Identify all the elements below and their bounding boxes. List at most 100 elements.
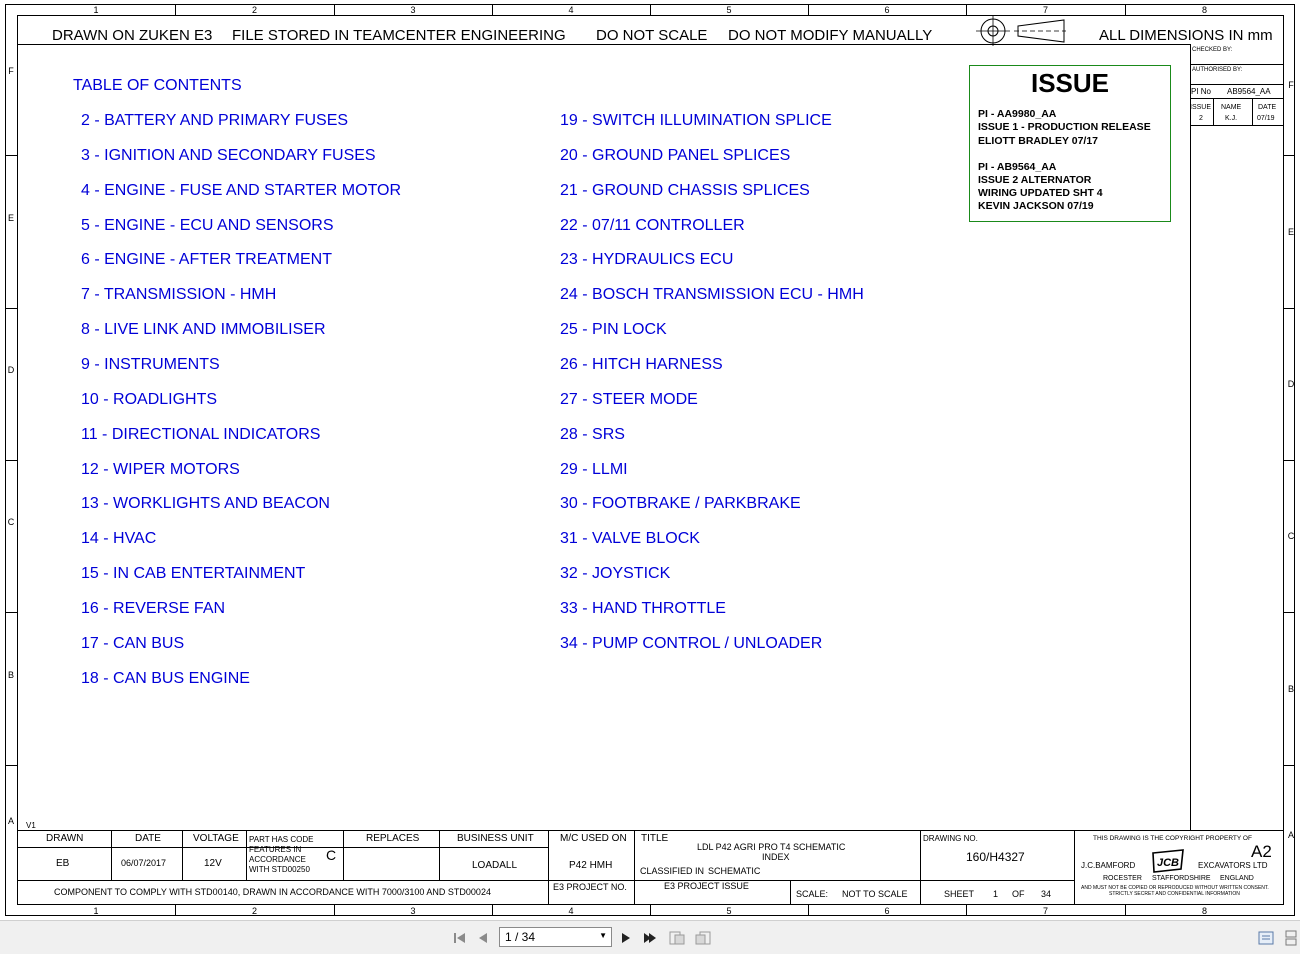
toc-item-number: 30 [560, 495, 578, 513]
toc-item-label: ENGINE - ECU AND SENSORS [104, 216, 334, 234]
issue-line: ISSUE 1 - PRODUCTION RELEASE [978, 121, 1151, 133]
continuous-view-icon[interactable] [1282, 930, 1300, 946]
previous-view-icon[interactable] [668, 930, 686, 946]
toc-item[interactable]: 17 - CAN BUS [81, 635, 184, 653]
single-page-view-icon[interactable] [1257, 930, 1275, 946]
toc-item[interactable]: 11 - DIRECTIONAL INDICATORS [81, 426, 320, 444]
company-right: EXCAVATORS LTD [1198, 861, 1268, 870]
toc-item[interactable]: 2 - BATTERY AND PRIMARY FUSES [81, 112, 348, 130]
drawing-no-label: DRAWING NO. [923, 834, 978, 843]
logo-text: JCB [1157, 857, 1179, 869]
chevron-down-icon[interactable]: ▼ [599, 931, 607, 940]
toc-item[interactable]: 19 - SWITCH ILLUMINATION SPLICE [560, 112, 832, 130]
zone-row-label: C [1287, 531, 1295, 541]
toc-item-number: 27 [560, 390, 578, 408]
page-number-input[interactable]: 1 / 34 ▼ [499, 927, 612, 947]
toc-item[interactable]: 22 - 07/11 CONTROLLER [560, 217, 745, 235]
toc-item[interactable]: 24 - BOSCH TRANSMISSION ECU - HMH [560, 286, 864, 304]
zone-row-label: A [1287, 830, 1294, 840]
rev-divider [1190, 98, 1284, 99]
toc-item[interactable]: 30 - FOOTBRAKE / PARKBRAKE [560, 495, 801, 513]
toc-item[interactable]: 9 - INSTRUMENTS [81, 356, 220, 374]
toc-item-label: VALVE BLOCK [592, 530, 700, 548]
zone-tick [1125, 5, 1126, 15]
toc-item-number: 26 [560, 355, 578, 373]
classified-value: SCHEMATIC [708, 866, 761, 876]
voltage-label: VOLTAGE [193, 833, 239, 844]
toc-item-number: 10 [81, 390, 99, 408]
toc-item[interactable]: 6 - ENGINE - AFTER TREATMENT [81, 251, 332, 269]
rev-divider [1190, 84, 1284, 85]
toc-item[interactable]: 32 - JOYSTICK [560, 565, 670, 583]
toc-item-label: HVAC [113, 530, 157, 548]
toc-item[interactable]: 26 - HITCH HARNESS [560, 356, 723, 374]
toc-item[interactable]: 5 - ENGINE - ECU AND SENSORS [81, 217, 334, 235]
title-label: TITLE [641, 833, 669, 844]
toc-item[interactable]: 15 - IN CAB ENTERTAINMENT [81, 565, 305, 583]
location-1: ROCESTER [1103, 875, 1142, 882]
last-page-icon[interactable] [641, 930, 659, 946]
toc-item[interactable]: 10 - ROADLIGHTS [81, 391, 217, 409]
previous-page-icon[interactable] [474, 930, 492, 946]
toc-item[interactable]: 8 - LIVE LINK AND IMMOBILISER [81, 321, 326, 339]
toc-item[interactable]: 25 - PIN LOCK [560, 321, 667, 339]
part-code-line: WITH STD00250 [249, 865, 310, 874]
notice-2: STRICTLY SECRET AND CONFIDENTIAL INFORMA… [1109, 891, 1240, 897]
toc-item-label: 07/11 CONTROLLER [592, 216, 745, 234]
zone-column-label: 2 [251, 5, 257, 15]
pi-no-value: AB9564_AA [1227, 87, 1271, 96]
zone-tick [175, 905, 176, 916]
toc-title: TABLE OF CONTENTS [73, 77, 242, 94]
toc-item[interactable]: 34 - PUMP CONTROL / UNLOADER [560, 635, 822, 653]
toc-item[interactable]: 16 - REVERSE FAN [81, 600, 225, 618]
toc-item[interactable]: 7 - TRANSMISSION - HMH [81, 286, 276, 304]
toc-item-label: SRS [592, 425, 625, 443]
next-view-icon[interactable] [694, 930, 712, 946]
toc-item-label: TRANSMISSION - HMH [103, 286, 277, 304]
zone-column-label: 1 [93, 906, 99, 916]
checked-by-label: CHECKED BY: [1192, 47, 1233, 53]
projection-symbol-icon [976, 16, 1066, 46]
toc-item-label: IGNITION AND SECONDARY FUSES [104, 146, 376, 164]
first-page-icon[interactable] [451, 930, 469, 946]
toc-item-number: 5 [81, 216, 90, 234]
toc-item[interactable]: 33 - HAND THROTTLE [560, 600, 726, 618]
drawing-sheet: DRAWN ON ZUKEN E3 FILE STORED IN TEAMCEN… [0, 0, 1300, 920]
toc-item[interactable]: 14 - HVAC [81, 530, 156, 548]
toc-item-number: 28 [560, 425, 578, 443]
toc-item-separator: - [577, 390, 593, 408]
toc-item[interactable]: 31 - VALVE BLOCK [560, 530, 700, 548]
mc-used-on-label: M/C USED ON [560, 833, 627, 844]
toc-item[interactable]: 12 - WIPER MOTORS [81, 461, 240, 479]
business-unit-value: LOADALL [472, 860, 518, 871]
issue-col-value: 2 [1199, 115, 1203, 122]
toc-item[interactable]: 23 - HYDRAULICS ECU [560, 251, 733, 269]
toc-item-number: 31 [560, 530, 578, 548]
toc-item[interactable]: 20 - GROUND PANEL SPLICES [560, 147, 790, 165]
toc-item[interactable]: 3 - IGNITION AND SECONDARY FUSES [81, 147, 376, 165]
issue-line: PI - AB9564_AA [978, 161, 1057, 173]
of-value: 34 [1041, 889, 1052, 899]
zone-tick [650, 5, 651, 15]
issue-line: KEVIN JACKSON 07/19 [978, 200, 1094, 212]
do-not-scale-label: DO NOT SCALE [596, 27, 708, 44]
title-block-top [17, 830, 1284, 831]
scale-value: NOT TO SCALE [842, 889, 908, 899]
toc-item-label: HAND THROTTLE [592, 599, 726, 617]
zone-tick [5, 155, 17, 156]
toc-item-label: GROUND CHASSIS SPLICES [592, 181, 810, 199]
zone-row-label: D [7, 365, 15, 375]
drawn-value: EB [56, 858, 70, 869]
zone-row-label: C [7, 517, 15, 527]
toc-item[interactable]: 4 - ENGINE - FUSE AND STARTER MOTOR [81, 182, 401, 200]
toc-item[interactable]: 27 - STEER MODE [560, 391, 698, 409]
next-page-icon[interactable] [617, 930, 635, 946]
zone-row-label: B [7, 669, 14, 680]
location-2: STAFFORDSHIRE [1152, 875, 1211, 882]
toc-item[interactable]: 21 - GROUND CHASSIS SPLICES [560, 182, 810, 200]
toc-item[interactable]: 13 - WORKLIGHTS AND BEACON [81, 495, 330, 513]
toc-item[interactable]: 29 - LLMI [560, 461, 628, 479]
toc-item-number: 23 [560, 251, 578, 269]
toc-item[interactable]: 18 - CAN BUS ENGINE [81, 670, 250, 688]
toc-item[interactable]: 28 - SRS [560, 426, 625, 444]
